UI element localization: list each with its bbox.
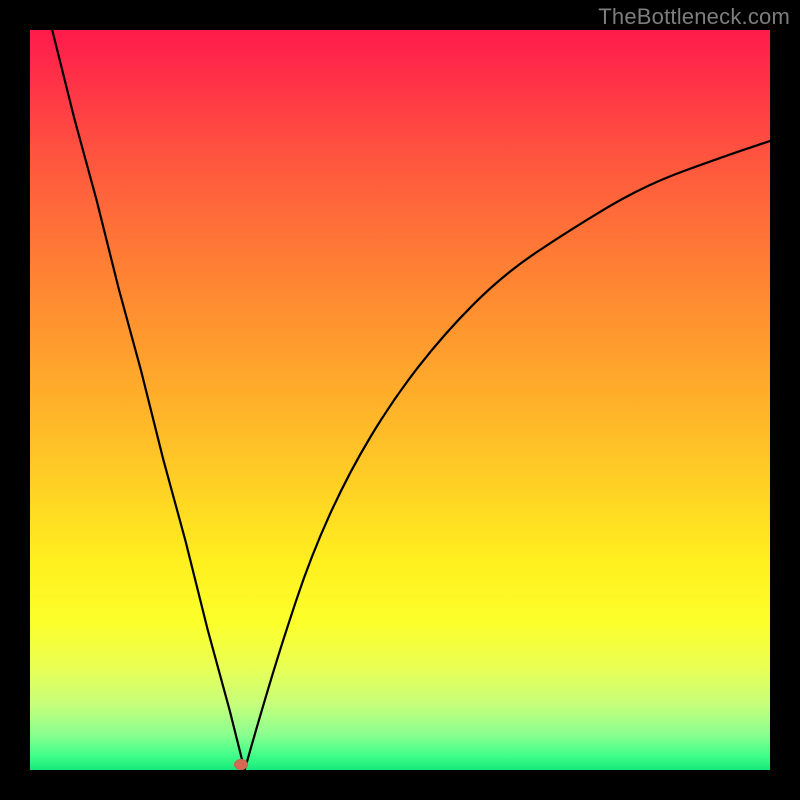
plot-area xyxy=(30,30,770,770)
chart-frame: TheBottleneck.com xyxy=(0,0,800,800)
watermark-text: TheBottleneck.com xyxy=(598,4,790,30)
curve-svg xyxy=(30,30,770,770)
bottleneck-curve-right xyxy=(245,141,770,770)
minimum-marker xyxy=(234,759,248,770)
bottleneck-curve-left xyxy=(52,30,244,770)
